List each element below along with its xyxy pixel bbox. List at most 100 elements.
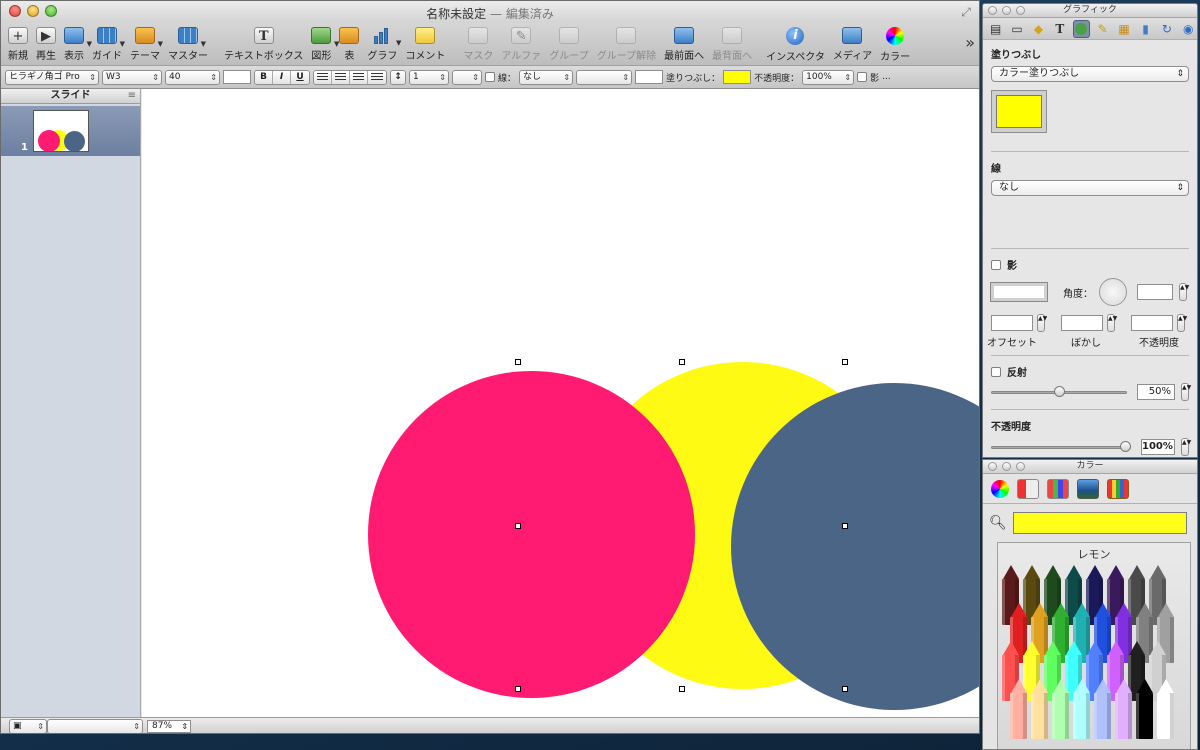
font-size-select[interactable]: 40 [165, 69, 220, 85]
current-color-bar[interactable] [1012, 512, 1187, 534]
selection-handle[interactable] [679, 359, 685, 365]
text-color-well[interactable] [223, 70, 251, 84]
slide-inspector-icon[interactable]: ▭ [1008, 20, 1025, 38]
colors-title-bar[interactable]: カラー [983, 460, 1197, 474]
quicktime-inspector-icon[interactable]: ◉ [1180, 20, 1197, 38]
view-mode-select[interactable]: ▣ [9, 718, 47, 733]
angle-stepper[interactable]: ▲▼ [1179, 283, 1189, 301]
resize-grip-icon[interactable]: ≡ [128, 89, 136, 103]
crayons-icon[interactable] [1107, 478, 1129, 499]
opacity-select[interactable]: 100% [802, 69, 855, 85]
shadow-checkbox[interactable] [857, 72, 868, 82]
metrics-inspector-icon[interactable]: ✎ [1094, 20, 1111, 38]
panel-minimize-button[interactable] [1002, 462, 1011, 471]
fill-color-well[interactable] [723, 70, 752, 84]
view-button[interactable]: ▼ 表示 [61, 23, 92, 65]
crayon[interactable] [1010, 679, 1027, 739]
align-left-button[interactable] [314, 70, 332, 84]
hyperlink-inspector-icon[interactable]: ↻ [1158, 20, 1175, 38]
table-button[interactable]: 表 [336, 23, 362, 65]
crayon[interactable] [1115, 679, 1132, 739]
magnifier-icon[interactable]: 🔍︎ [989, 515, 1007, 531]
blur-field[interactable] [1061, 315, 1103, 331]
offset-stepper[interactable]: ▲▼ [1037, 314, 1047, 332]
alpha-button[interactable]: ✎ アルファ [498, 23, 544, 65]
new-button[interactable]: + 新規 [5, 23, 31, 65]
fill-color-well[interactable] [991, 90, 1047, 133]
align-center-button[interactable] [332, 70, 350, 84]
stroke-width-select[interactable] [576, 69, 633, 85]
line-spacing-icon[interactable]: ↕ [390, 69, 406, 85]
title-bar[interactable]: 名称未設定 — 編集済み ⤢ [1, 1, 979, 23]
color-palettes-icon[interactable] [1047, 478, 1069, 499]
panel-close-button[interactable] [988, 462, 997, 471]
table-inspector-icon[interactable]: ▦ [1115, 20, 1132, 38]
theme-button[interactable]: ▼ テーマ [127, 23, 163, 65]
shadow-checkbox[interactable] [991, 259, 1001, 270]
crayon[interactable] [1031, 679, 1048, 739]
group-button[interactable]: グループ [546, 23, 591, 65]
shadow-color-well[interactable] [990, 282, 1048, 302]
stroke-checkbox[interactable] [485, 72, 495, 82]
bold-button[interactable]: B [255, 70, 273, 84]
play-button[interactable]: ▶ 再生 [33, 23, 59, 65]
angle-field[interactable] [1137, 284, 1173, 300]
comment-button[interactable]: コメント [402, 23, 448, 65]
slide-row-selected[interactable]: 1 [1, 106, 140, 156]
opacity-stepper[interactable]: ▲▼ [1181, 438, 1191, 456]
panel-minimize-button[interactable] [1002, 6, 1011, 15]
send-back-button[interactable]: 最背面へ [709, 23, 755, 65]
document-inspector-icon[interactable]: ▤ [987, 20, 1004, 38]
zoom-select[interactable]: 87% [147, 719, 192, 733]
crayon[interactable] [1073, 679, 1090, 739]
opacity-slider[interactable] [991, 441, 1131, 452]
blur-stepper[interactable]: ▲▼ [1107, 314, 1117, 332]
selection-handle[interactable] [515, 523, 521, 529]
underline-button[interactable]: U [291, 70, 309, 84]
crayon[interactable] [1157, 679, 1174, 739]
panel-close-button[interactable] [988, 6, 997, 15]
selection-handle[interactable] [515, 359, 521, 365]
align-right-button[interactable] [350, 70, 368, 84]
reflection-field[interactable]: 50% [1137, 384, 1175, 400]
inspector-button[interactable]: i インスペクタ [763, 23, 828, 65]
slide-thumbnail[interactable] [33, 110, 89, 152]
opacity-field[interactable]: 100% [1141, 439, 1175, 455]
color-wheel-icon[interactable] [991, 479, 1009, 498]
angle-dial[interactable] [1099, 278, 1127, 306]
align-justify-button[interactable] [368, 70, 386, 84]
crayon[interactable] [1136, 679, 1153, 739]
bring-front-button[interactable]: 最前面へ [661, 23, 707, 65]
fill-type-select[interactable]: カラー塗りつぶし [991, 66, 1189, 82]
stroke-color-well[interactable] [635, 70, 664, 84]
reflection-checkbox[interactable] [991, 366, 1001, 377]
italic-button[interactable]: I [273, 70, 291, 84]
shadow-opacity-stepper[interactable]: ▲▼ [1177, 314, 1187, 332]
text-inspector-icon[interactable]: T [1051, 20, 1068, 38]
chart-inspector-icon[interactable]: ▮ [1137, 20, 1154, 38]
columns-select[interactable] [452, 69, 482, 85]
navigator-resize[interactable] [47, 718, 143, 733]
selection-handle[interactable] [842, 686, 848, 692]
media-button[interactable]: メディア [830, 23, 875, 65]
shadow-opacity-field[interactable] [1131, 315, 1173, 331]
pink-circle[interactable] [368, 371, 695, 698]
image-palettes-icon[interactable] [1077, 478, 1099, 499]
slide-canvas[interactable] [142, 89, 979, 717]
chart-button[interactable]: ▼ グラフ [364, 23, 401, 65]
crayon[interactable] [1094, 679, 1111, 739]
inspector-title-bar[interactable]: グラフィック [983, 4, 1197, 18]
offset-field[interactable] [991, 315, 1033, 331]
line-spacing-select[interactable]: 1 [409, 69, 449, 85]
ungroup-button[interactable]: グループ解除 [594, 23, 659, 65]
font-weight-select[interactable]: W3 [102, 69, 162, 85]
selection-handle[interactable] [679, 686, 685, 692]
font-family-select[interactable]: ヒラギノ角ゴ Pro [5, 69, 99, 85]
panel-zoom-button[interactable] [1016, 6, 1025, 15]
textbox-button[interactable]: T テキストボックス [221, 23, 306, 65]
stroke-select[interactable]: なし [991, 180, 1189, 196]
shapes-button[interactable]: ▼ 図形 [308, 23, 339, 65]
graphic-inspector-icon[interactable] [1072, 19, 1091, 38]
reflection-stepper[interactable]: ▲▼ [1181, 383, 1191, 401]
color-sliders-icon[interactable] [1017, 478, 1039, 499]
